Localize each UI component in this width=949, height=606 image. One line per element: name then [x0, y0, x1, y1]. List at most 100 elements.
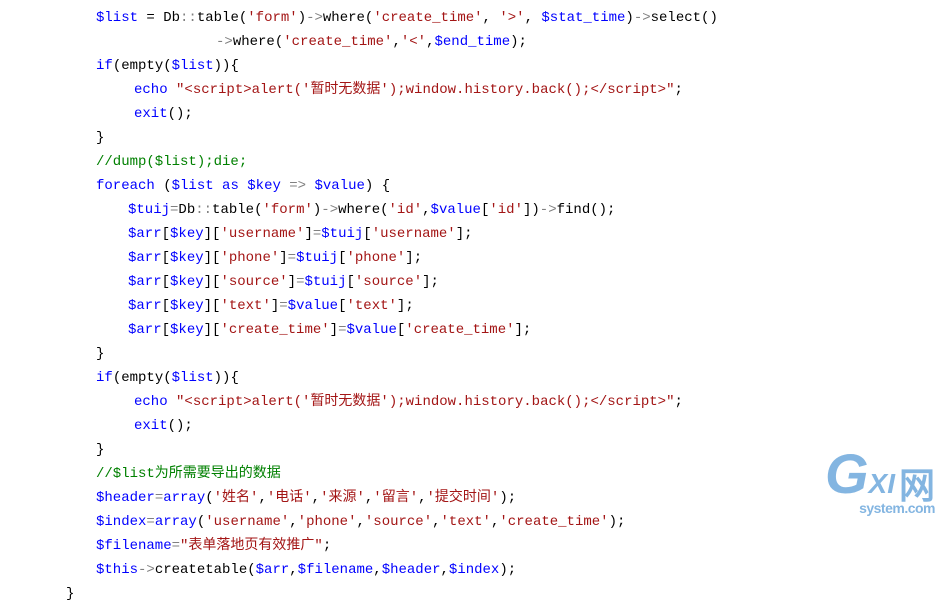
code-token: 'username' — [205, 514, 289, 530]
code-token: $index — [449, 562, 499, 578]
code-token: ][ — [204, 274, 221, 290]
code-line: $arr[$key]['username']=$tuij['username']… — [48, 222, 949, 246]
code-token: table — [212, 202, 254, 218]
code-token: ) { — [365, 178, 390, 194]
code-token: , — [418, 490, 426, 506]
code-token: $arr — [128, 322, 162, 338]
code-line: exit(); — [48, 102, 949, 126]
code-token: exit — [134, 106, 168, 122]
code-token: '>' — [499, 10, 524, 26]
code-token: $tuij — [304, 274, 346, 290]
code-token: $value — [346, 322, 396, 338]
code-token: $index — [96, 514, 146, 530]
code-token: , — [483, 10, 500, 26]
code-token: ( — [113, 58, 121, 74]
code-line: $arr[$key]['create_time']=$value['create… — [48, 318, 949, 342]
code-token: ]; — [422, 274, 439, 290]
code-token: [ — [162, 226, 170, 242]
code-token: $arr — [128, 226, 162, 242]
code-token: ]) — [523, 202, 540, 218]
code-token: $key — [170, 226, 204, 242]
code-token: ); — [499, 490, 516, 506]
code-token: 'username' — [220, 226, 304, 242]
code-token: $list — [172, 370, 214, 386]
code-token: '提交时间' — [427, 490, 500, 506]
code-token: [ — [338, 298, 346, 314]
code-token: 'create_time' — [220, 322, 329, 338]
code-token — [155, 178, 163, 194]
code-token: ( — [239, 10, 247, 26]
code-token: (); — [590, 202, 615, 218]
code-line: $arr[$key]['source']=$tuij['source']; — [48, 270, 949, 294]
code-token: )) — [214, 370, 231, 386]
code-token: $key — [170, 322, 204, 338]
code-line: $this->createtable($arr,$filename,$heade… — [48, 558, 949, 582]
code-line: $arr[$key]['phone']=$tuij['phone']; — [48, 246, 949, 270]
code-line: } — [48, 582, 949, 606]
code-token: foreach — [96, 178, 155, 194]
code-token: ) — [625, 10, 633, 26]
code-token: where — [233, 34, 275, 50]
code-token: , — [258, 490, 266, 506]
code-token: '电话' — [267, 490, 312, 506]
code-token: '留言' — [373, 490, 418, 506]
code-token: $arr — [128, 298, 162, 314]
code-line: if(empty($list)){ — [48, 54, 949, 78]
code-token: 'source' — [220, 274, 287, 290]
code-token: { — [230, 58, 238, 74]
code-token — [306, 178, 314, 194]
code-line: $list = Db::table('form')->where('create… — [48, 6, 949, 30]
code-line: $filename="表单落地页有效推广"; — [48, 534, 949, 558]
code-line: $index=array('username','phone','source'… — [48, 510, 949, 534]
code-token: [ — [346, 274, 354, 290]
code-token: } — [96, 346, 104, 362]
code-token: { — [230, 370, 238, 386]
code-token: ( — [247, 562, 255, 578]
code-token: } — [96, 130, 104, 146]
code-token: 'phone' — [220, 250, 279, 266]
code-token: $key — [170, 298, 204, 314]
code-token: )) — [214, 58, 231, 74]
code-token: ] — [304, 226, 312, 242]
code-block: $list = Db::table('form')->where('create… — [0, 6, 949, 606]
code-token: [ — [162, 322, 170, 338]
code-line: $tuij=Db::table('form')->where('id',$val… — [48, 198, 949, 222]
code-token: exit — [134, 418, 168, 434]
code-token: 'text' — [347, 298, 397, 314]
code-token: $arr — [128, 274, 162, 290]
code-token: 'text' — [441, 514, 491, 530]
code-token: 'text' — [220, 298, 270, 314]
code-token: ]; — [397, 298, 414, 314]
code-line: $header=array('姓名','电话','来源','留言','提交时间'… — [48, 486, 949, 510]
code-token: ( — [163, 58, 171, 74]
code-token: $key — [170, 274, 204, 290]
code-token: 'username' — [372, 226, 456, 242]
code-token: 'create_time' — [373, 10, 482, 26]
code-token: ; — [323, 538, 331, 554]
code-token: ] — [271, 298, 279, 314]
code-token: echo — [134, 394, 168, 410]
code-token: 'source' — [365, 514, 432, 530]
code-token: $key — [247, 178, 281, 194]
code-token — [168, 394, 176, 410]
code-token: "<script>alert('暂时无数据');window.history.b… — [176, 394, 674, 410]
code-token: ; — [675, 82, 683, 98]
code-token: ( — [163, 370, 171, 386]
code-token: 'form' — [247, 10, 297, 26]
code-token: ( — [205, 490, 213, 506]
code-token: ]; — [456, 226, 473, 242]
code-token: 'create_time' — [283, 34, 392, 50]
code-token: => — [289, 178, 306, 194]
code-line: exit(); — [48, 414, 949, 438]
code-line: ->where('create_time','<',$end_time); — [48, 30, 949, 54]
code-token: = — [146, 514, 154, 530]
code-token: ]; — [405, 250, 422, 266]
code-token: empty — [121, 370, 163, 386]
code-token: where — [323, 10, 365, 26]
code-line: foreach ($list as $key => $value) { — [48, 174, 949, 198]
code-line: //dump($list);die; — [48, 150, 949, 174]
code-line: } — [48, 126, 949, 150]
code-token: $tuij — [296, 250, 338, 266]
code-token: = — [313, 226, 321, 242]
code-token: ][ — [204, 226, 221, 242]
